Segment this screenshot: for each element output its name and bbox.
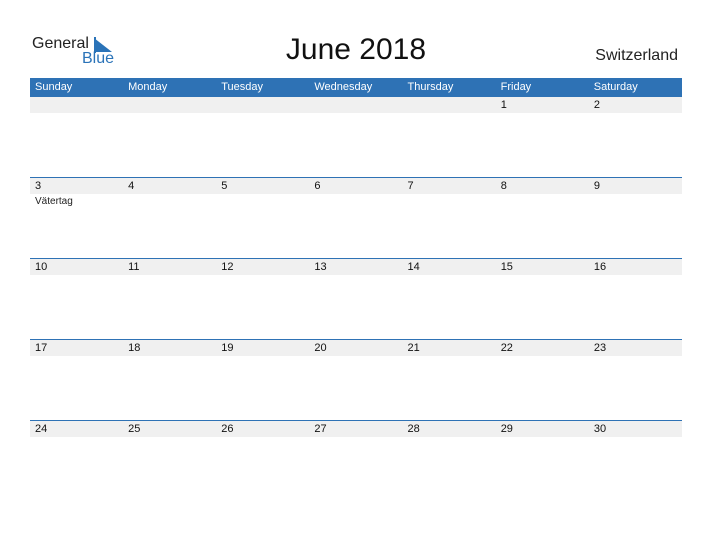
day-number: 30 xyxy=(593,423,607,435)
holiday-label: Vätertag xyxy=(35,196,73,207)
day-number: 10 xyxy=(35,261,48,273)
day-number: 1 xyxy=(500,99,507,111)
day-cell: 13 xyxy=(309,259,402,340)
day-number: 19 xyxy=(221,342,234,354)
day-number: 28 xyxy=(407,423,420,435)
day-cell: 2 xyxy=(589,97,682,178)
day-cell: 10 xyxy=(30,259,123,340)
weekday-saturday: Saturday xyxy=(593,81,638,93)
day-cell: 22 xyxy=(496,340,589,421)
day-cell: 23 xyxy=(589,340,682,421)
day-number: 24 xyxy=(35,423,48,435)
day-cell: 24 xyxy=(30,421,123,502)
day-cell: 15 xyxy=(496,259,589,340)
weekday-sunday: Sunday xyxy=(35,81,73,93)
day-cell: 20 xyxy=(309,340,402,421)
day-cell: 30 xyxy=(589,421,682,502)
weekday-friday: Friday xyxy=(500,81,532,93)
day-number: 5 xyxy=(221,180,228,192)
day-cell xyxy=(30,97,123,178)
day-cell: 26 xyxy=(216,421,309,502)
week-row: 24 25 26 27 28 29 30 xyxy=(30,420,682,502)
day-cell: 6 xyxy=(309,178,402,259)
day-number: 29 xyxy=(500,423,513,435)
week-row: 12 xyxy=(30,97,682,178)
day-cell: 3 Vätertag xyxy=(30,178,123,259)
day-number: 25 xyxy=(128,423,141,435)
week-row: 3 Vätertag 4 5 6 7 8 9 xyxy=(30,177,682,259)
day-number: 12 xyxy=(221,261,234,273)
day-cell: 9 xyxy=(589,178,682,259)
weekday-header: Sunday Monday Tuesday Wednesday Thursday… xyxy=(30,78,682,97)
day-number: 16 xyxy=(593,261,607,273)
day-cell: 27 xyxy=(309,421,402,502)
day-number: 18 xyxy=(128,342,141,354)
weekday-wednesday: Wednesday xyxy=(314,81,373,93)
day-cell: 4 xyxy=(123,178,216,259)
day-number: 9 xyxy=(593,180,600,192)
weekday-tuesday: Tuesday xyxy=(221,81,264,93)
week-row: 17 18 19 20 21 22 23 xyxy=(30,339,682,421)
day-number: 20 xyxy=(314,342,327,354)
day-number: 15 xyxy=(500,261,513,273)
day-number: 2 xyxy=(593,99,600,111)
day-cell: 25 xyxy=(123,421,216,502)
day-number: 3 xyxy=(35,180,42,192)
day-cell xyxy=(309,97,402,178)
day-number: 4 xyxy=(128,180,135,192)
day-cell xyxy=(216,97,309,178)
week-row: 10 11 12 13 14 15 16 xyxy=(30,258,682,340)
day-number: 8 xyxy=(500,180,507,192)
country-label: Switzerland xyxy=(595,47,678,64)
day-number: 13 xyxy=(314,261,327,273)
day-cell: 12 xyxy=(216,259,309,340)
day-number: 27 xyxy=(314,423,327,435)
day-number: 14 xyxy=(407,261,420,273)
weekday-thursday: Thursday xyxy=(407,81,454,93)
day-cell: 7 xyxy=(403,178,496,259)
day-number: 22 xyxy=(500,342,513,354)
day-cell: 11 xyxy=(123,259,216,340)
day-cell: 17 xyxy=(30,340,123,421)
day-cell: 19 xyxy=(216,340,309,421)
day-cell: 28 xyxy=(403,421,496,502)
day-cell xyxy=(403,97,496,178)
day-cell: 8 xyxy=(496,178,589,259)
day-cell: 14 xyxy=(403,259,496,340)
day-number: 23 xyxy=(593,342,607,354)
day-number: 7 xyxy=(407,180,414,192)
day-cell: 18 xyxy=(123,340,216,421)
day-number: 17 xyxy=(35,342,48,354)
day-number: 21 xyxy=(407,342,420,354)
day-cell: 1 xyxy=(496,97,589,178)
day-cell: 5 xyxy=(216,178,309,259)
day-cell: 29 xyxy=(496,421,589,502)
day-cell xyxy=(123,97,216,178)
day-number: 6 xyxy=(314,180,321,192)
day-number: 11 xyxy=(128,261,140,273)
day-cell: 21 xyxy=(403,340,496,421)
day-cell: 16 xyxy=(589,259,682,340)
day-number: 26 xyxy=(221,423,234,435)
weekday-monday: Monday xyxy=(128,81,168,93)
